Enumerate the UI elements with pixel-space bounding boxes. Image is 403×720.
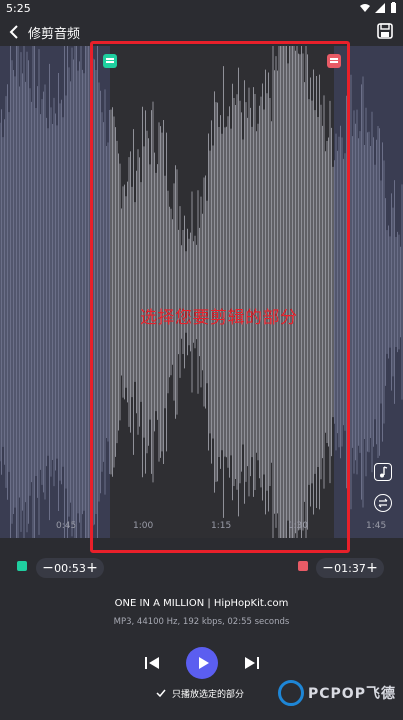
start-time-value: 00:53 <box>54 561 86 575</box>
swap-icon[interactable] <box>374 494 392 512</box>
only-selected-toggle[interactable]: 只播放选定的部分 <box>156 686 244 700</box>
status-icons <box>360 2 397 13</box>
status-time: 5:25 <box>6 2 31 15</box>
check-icon[interactable] <box>156 688 166 698</box>
next-icon[interactable] <box>244 656 260 670</box>
time-tick: 1:00 <box>133 521 154 531</box>
end-time-stepper[interactable]: − 01:37 + <box>316 558 384 578</box>
play-button[interactable] <box>186 647 218 679</box>
start-plus-button[interactable]: + <box>86 561 98 575</box>
status-bar: 5:25 <box>0 0 403 18</box>
time-tick: 1:45 <box>366 521 387 531</box>
selection-highlight-frame <box>90 41 350 553</box>
selection-annotation: 选择您要剪辑的部分 <box>140 308 298 328</box>
track-title: ONE IN A MILLION | HipHopKit.com <box>114 598 289 609</box>
watermark-text: PCPOP飞德 <box>308 686 396 702</box>
track-meta: MP3, 44100 Hz, 192 kbps, 02:55 seconds <box>113 617 290 627</box>
player-controls <box>0 647 403 679</box>
start-marker-icon <box>17 561 27 571</box>
music-note-icon[interactable] <box>374 463 392 481</box>
trim-controls: − 00:53 + − 01:37 + <box>0 556 403 580</box>
battery-icon <box>391 2 396 13</box>
end-minus-button[interactable]: − <box>322 561 334 575</box>
watermark: PCPOP飞德 <box>278 680 396 706</box>
page-title: 修剪音频 <box>28 27 81 42</box>
end-plus-button[interactable]: + <box>366 561 378 575</box>
start-time-stepper[interactable]: − 00:53 + <box>36 558 104 578</box>
back-arrow-icon[interactable] <box>6 22 24 42</box>
only-selected-label: 只播放选定的部分 <box>172 689 245 700</box>
cellular-icon <box>375 2 385 13</box>
time-tick: 1:30 <box>288 521 309 531</box>
wifi-icon <box>360 3 370 12</box>
start-minus-button[interactable]: − <box>42 561 54 575</box>
time-tick: 1:15 <box>211 521 232 531</box>
previous-icon[interactable] <box>144 656 160 670</box>
time-tick: 0:45 <box>56 521 77 531</box>
watermark-logo-icon <box>278 680 304 706</box>
end-time-value: 01:37 <box>334 561 366 575</box>
end-marker-icon <box>298 561 308 571</box>
save-icon[interactable] <box>377 23 393 39</box>
